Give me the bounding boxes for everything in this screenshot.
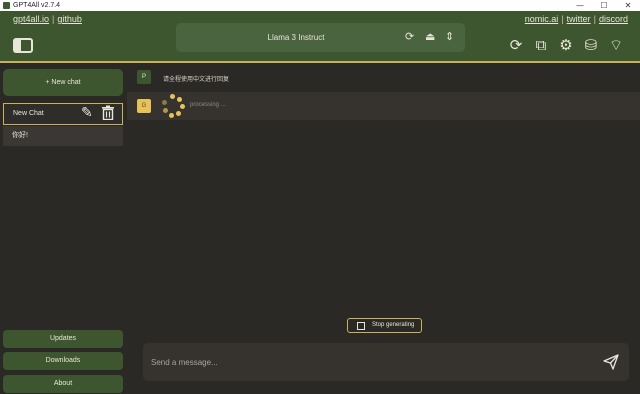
chat-item-active[interactable]: New Chat ✎ — [3, 103, 123, 125]
processing-status: processing ... — [190, 102, 226, 108]
nomic-link[interactable]: nomic.ai — [525, 14, 559, 24]
bot-avatar: G — [137, 99, 151, 113]
updates-button[interactable]: Updates — [3, 330, 123, 348]
header-links-right: nomic.ai | twitter | discord — [525, 14, 628, 24]
message-input-box — [143, 343, 629, 381]
chat-panel: P 请全程使用中文进行回复 G processing ... Stop gene… — [127, 65, 640, 394]
eject-icon[interactable]: ⏏ — [425, 30, 435, 44]
settings-icon[interactable]: ⚙ — [556, 36, 576, 54]
stop-generating-button[interactable]: Stop generating — [347, 318, 422, 333]
window-title: GPT4All v2.7.4 — [13, 2, 61, 9]
stop-generating-label: Stop generating — [372, 322, 415, 328]
trash-icon[interactable] — [101, 105, 117, 121]
minimize-button[interactable]: — — [568, 0, 592, 11]
new-chat-button[interactable]: + New chat — [3, 69, 123, 96]
downloads-button[interactable]: Downloads — [3, 352, 123, 370]
link-separator: | — [561, 14, 564, 24]
user-message-row: P 请全程使用中文进行回复 — [127, 65, 640, 89]
sidebar-toggle-icon[interactable] — [13, 38, 33, 53]
about-button[interactable]: About — [3, 375, 123, 393]
app-icon — [3, 2, 10, 9]
app-header: gpt4all.io | github nomic.ai | twitter |… — [0, 11, 640, 63]
loading-spinner-icon — [161, 94, 185, 118]
user-avatar: P — [137, 70, 151, 84]
chat-item-label: New Chat — [13, 110, 44, 117]
chat-item[interactable]: 你好! — [3, 126, 123, 146]
gpt4all-link[interactable]: gpt4all.io — [13, 14, 49, 24]
window-titlebar: GPT4All v2.7.4 — ☐ ✕ — [0, 0, 640, 11]
user-message-text: 请全程使用中文进行回复 — [163, 77, 230, 83]
link-separator: | — [593, 14, 596, 24]
chevron-updown-icon[interactable]: ⇕ — [445, 30, 454, 44]
stop-icon — [357, 322, 365, 330]
model-name: Llama 3 Instruct — [267, 33, 325, 42]
link-separator: | — [52, 14, 55, 24]
message-input[interactable] — [151, 343, 591, 381]
twitter-link[interactable]: twitter — [567, 14, 591, 24]
wifi-icon[interactable]: ⌔ — [606, 36, 626, 54]
sidebar: + New chat New Chat ✎ 你好! Updates Downlo… — [0, 65, 127, 394]
copy-icon[interactable]: ⧉ — [531, 36, 551, 54]
discord-link[interactable]: discord — [599, 14, 628, 24]
bot-message-row: G processing ... — [127, 92, 640, 120]
edit-icon[interactable]: ✎ — [81, 105, 97, 121]
reload-icon[interactable]: ⟳ — [405, 30, 414, 44]
sync-icon[interactable]: ⟳ — [506, 36, 526, 54]
send-icon[interactable] — [602, 353, 620, 371]
database-icon[interactable]: ⛁ — [581, 36, 601, 54]
github-link[interactable]: github — [57, 14, 82, 24]
close-button[interactable]: ✕ — [616, 0, 640, 11]
header-links-left: gpt4all.io | github — [13, 14, 82, 24]
maximize-button[interactable]: ☐ — [592, 0, 616, 11]
model-selector[interactable]: Llama 3 Instruct ⟳ ⏏ ⇕ — [176, 23, 465, 52]
